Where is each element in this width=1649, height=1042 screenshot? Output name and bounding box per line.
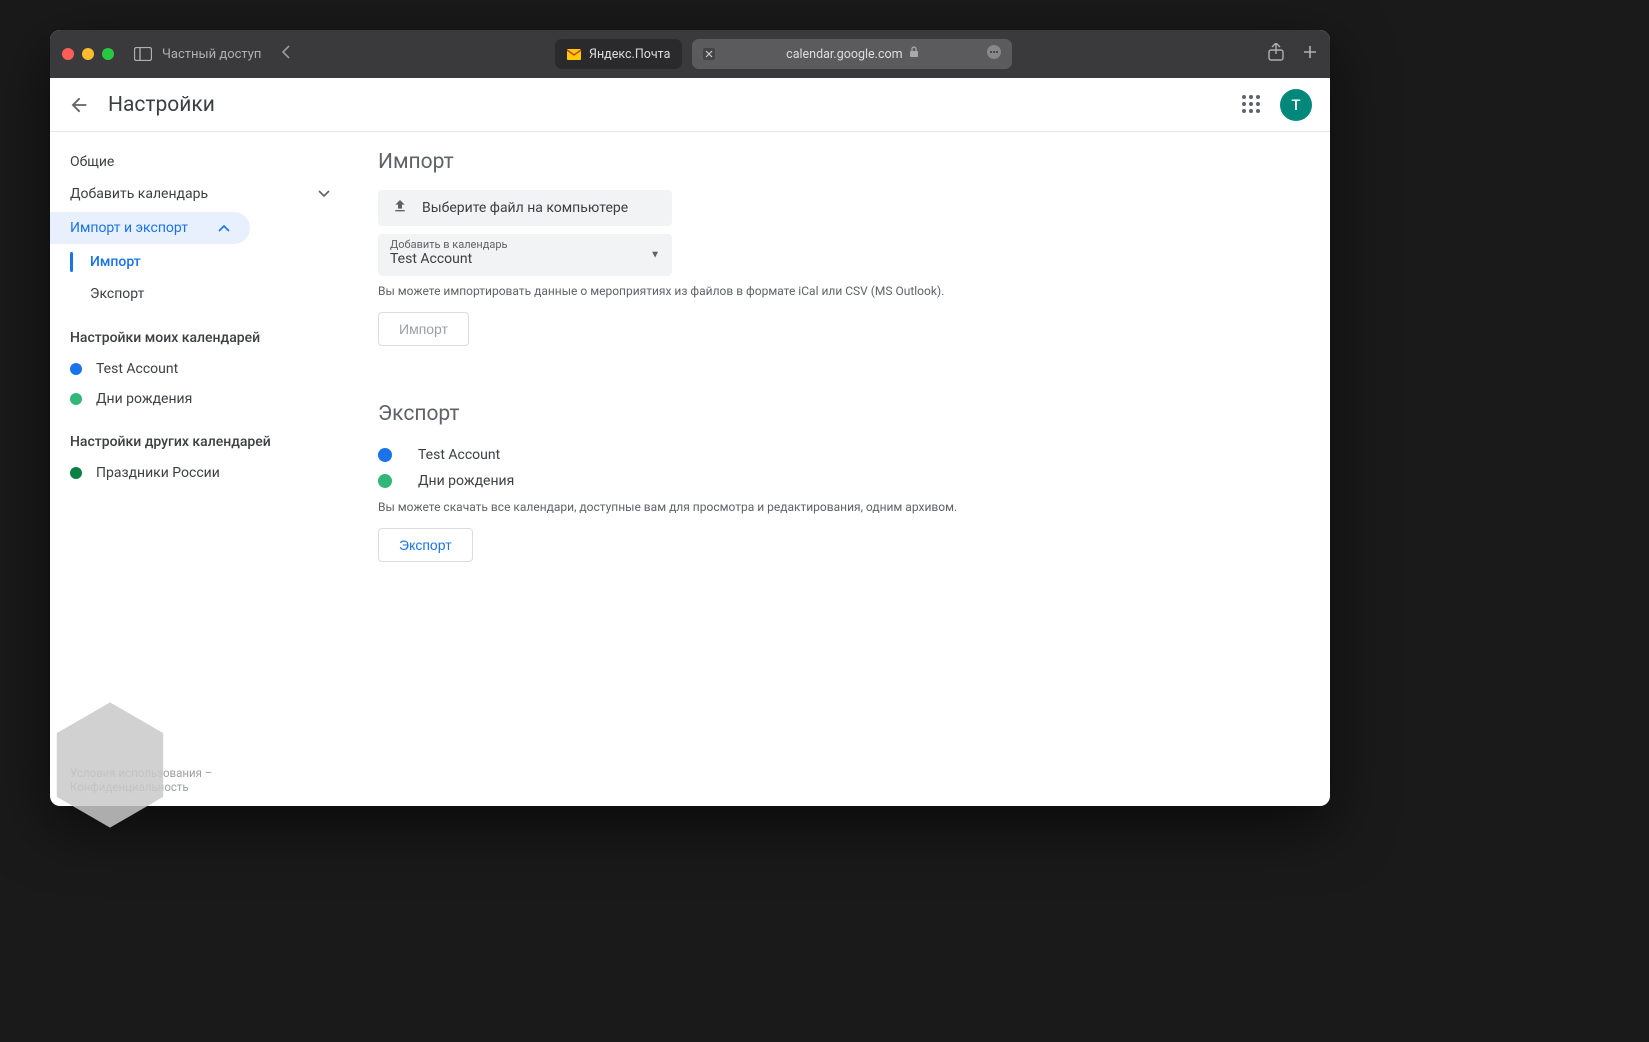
calendar-select[interactable]: Добавить в календарь Test Account ▼ (378, 234, 672, 276)
export-section-title: Экспорт (378, 402, 1306, 426)
sidebar-subitem-export[interactable]: Экспорт (50, 278, 350, 310)
lock-icon (909, 46, 919, 62)
export-calendar-row: Дни рождения (378, 468, 1306, 494)
calendar-label: Праздники России (96, 465, 220, 481)
decorative-hexagon (50, 700, 170, 830)
page-title: Настройки (108, 93, 215, 117)
sidebar-item-general[interactable]: Общие (50, 146, 350, 178)
sidebar-calendar-item[interactable]: Test Account (50, 354, 350, 384)
browser-tabs: Яндекс.Почта calendar.google.com (309, 39, 1258, 69)
calendar-color-dot (70, 467, 82, 479)
sidebar-toggle-icon[interactable] (134, 47, 152, 61)
file-picker-button[interactable]: Выберите файл на компьютере (378, 190, 672, 226)
sidebar-item-add-calendar[interactable]: Добавить календарь (50, 178, 350, 210)
export-help-text: Вы можете скачать все календари, доступн… (378, 500, 1306, 514)
browser-window: Частный доступ Яндекс.Почта calendar.goo… (50, 30, 1330, 806)
settings-main: Импорт Выберите файл на компьютере Добав… (350, 132, 1330, 806)
calendar-color-dot (378, 448, 392, 462)
chevron-up-icon (218, 220, 230, 236)
sidebar-heading-my-calendars: Настройки моих календарей (50, 310, 350, 354)
sidebar-calendar-item[interactable]: Дни рождения (50, 384, 350, 414)
back-arrow-button[interactable] (68, 94, 90, 116)
sidebar-subitem-import[interactable]: Импорт (50, 246, 350, 278)
browser-back-button[interactable] (281, 44, 291, 64)
private-browsing-label: Частный доступ (162, 47, 261, 62)
export-calendar-row: Test Account (378, 442, 1306, 468)
mail-favicon (567, 47, 581, 61)
new-tab-icon[interactable] (1302, 44, 1318, 64)
sidebar-heading-other-calendars: Настройки других календарей (50, 414, 350, 458)
fullscreen-window-button[interactable] (102, 48, 114, 60)
dropdown-caret-icon: ▼ (650, 250, 660, 261)
sidebar-item-import-export[interactable]: Импорт и экспорт (50, 212, 250, 244)
google-apps-icon[interactable] (1242, 95, 1262, 115)
file-picker-label: Выберите файл на компьютере (422, 200, 628, 216)
calendar-label: Test Account (418, 447, 500, 463)
tab-label: calendar.google.com (786, 47, 902, 62)
calendar-color-dot (378, 474, 392, 488)
export-button[interactable]: Экспорт (378, 528, 473, 562)
sidebar-item-label: Импорт и экспорт (70, 220, 188, 236)
import-button[interactable]: Импорт (378, 312, 469, 346)
select-label: Добавить в календарь (390, 238, 660, 251)
tab-label: Яндекс.Почта (589, 47, 670, 62)
site-favicon (702, 47, 716, 61)
avatar[interactable]: T (1280, 89, 1312, 121)
sidebar-item-label: Добавить календарь (70, 186, 208, 202)
app-header: Настройки T (50, 78, 1330, 132)
calendar-label: Дни рождения (96, 391, 192, 407)
import-section-title: Импорт (378, 150, 1306, 174)
calendar-color-dot (70, 363, 82, 375)
sidebar-calendar-item[interactable]: Праздники России (50, 458, 350, 488)
import-help-text: Вы можете импортировать данные о меропри… (378, 284, 1306, 298)
select-value: Test Account (390, 251, 660, 267)
close-window-button[interactable] (62, 48, 74, 60)
minimize-window-button[interactable] (82, 48, 94, 60)
browser-tab-yandex[interactable]: Яндекс.Почта (555, 39, 682, 69)
browser-tab-calendar[interactable]: calendar.google.com (692, 39, 1012, 69)
calendar-label: Дни рождения (418, 473, 514, 489)
share-icon[interactable] (1268, 43, 1284, 65)
window-controls (62, 48, 114, 60)
tab-more-icon[interactable] (986, 44, 1002, 64)
calendar-color-dot (70, 393, 82, 405)
calendar-label: Test Account (96, 361, 178, 377)
chevron-down-icon (318, 186, 330, 202)
browser-chrome: Частный доступ Яндекс.Почта calendar.goo… (50, 30, 1330, 78)
upload-icon (392, 198, 408, 218)
